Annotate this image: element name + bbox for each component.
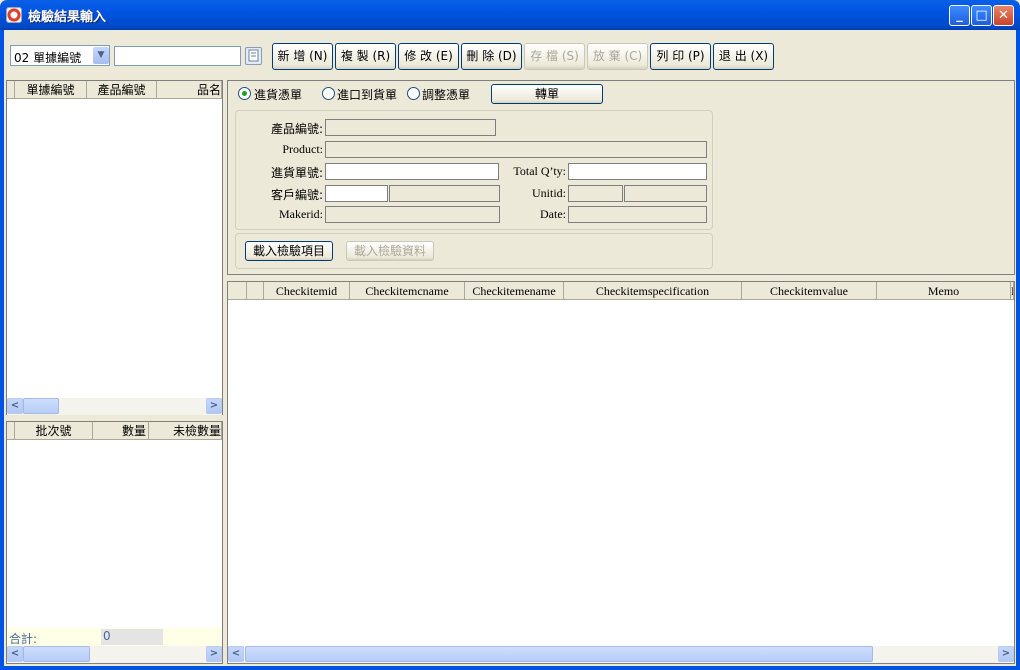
customer-name-field[interactable] — [389, 185, 500, 202]
scroll-thumb[interactable] — [245, 646, 873, 662]
radio-label-import-arrival[interactable]: 進口到貨單 — [337, 86, 397, 103]
load-check-data-button[interactable]: 載入檢驗資料 — [346, 241, 434, 261]
unitid-field[interactable] — [568, 185, 623, 202]
total-row: 合計: 0 — [7, 628, 222, 646]
total-value: 0 — [101, 629, 163, 645]
label-total-qty: Total Q’ty: — [513, 164, 566, 178]
window-title: 檢驗結果輸入 — [28, 10, 107, 25]
batch-list-grid[interactable]: 批次號 數量 未檢數量 合計: 0 < > — [6, 421, 223, 664]
minimize-button[interactable]: _ — [949, 5, 970, 26]
title-bar[interactable] — [0, 0, 1020, 30]
scroll-right-arrow-icon[interactable]: > — [206, 646, 222, 662]
label-date: Date: — [540, 207, 566, 221]
horizontal-scrollbar[interactable]: < > — [7, 398, 222, 415]
unit-name-field[interactable] — [624, 185, 707, 202]
column-header-product-name[interactable]: 品名 — [157, 81, 222, 99]
chevron-down-icon[interactable]: ▼ — [93, 47, 109, 64]
window-frame-right — [1016, 30, 1020, 670]
makerid-field[interactable] — [325, 206, 500, 223]
save-button[interactable]: 存 檔 (S) — [524, 43, 585, 70]
close-icon: ✕ — [998, 8, 1009, 23]
scroll-thumb[interactable] — [23, 398, 59, 414]
copy-button[interactable]: 複 製 (R) — [335, 43, 396, 70]
close-button[interactable]: ✕ — [993, 5, 1014, 26]
delete-button[interactable]: 刪 除 (D) — [461, 43, 522, 70]
label-customer-no: 客戶編號: — [270, 188, 323, 202]
radio-adjustment-voucher[interactable] — [407, 87, 420, 100]
row-header-corner — [228, 282, 247, 300]
radio-label-adjustment-voucher[interactable]: 調整憑單 — [422, 86, 470, 103]
purchase-no-field[interactable] — [325, 163, 499, 180]
search-icon — [248, 49, 259, 62]
product-no-field[interactable] — [325, 119, 496, 136]
row-selector-header — [247, 282, 264, 300]
scroll-left-arrow-icon[interactable]: < — [228, 646, 244, 662]
scroll-thumb[interactable] — [23, 646, 90, 662]
total-label: 合計: — [9, 632, 38, 646]
print-button[interactable]: 列 印 (P) — [650, 43, 711, 70]
edit-button[interactable]: 修 改 (E) — [398, 43, 459, 70]
total-qty-field[interactable] — [568, 163, 707, 180]
scroll-left-arrow-icon[interactable]: < — [7, 398, 23, 414]
search-input[interactable] — [114, 46, 241, 66]
column-header-doc-no[interactable]: 單據編號 — [15, 81, 87, 99]
scroll-right-arrow-icon[interactable]: > — [206, 398, 222, 414]
column-header-checkitemid[interactable]: Checkitemid — [264, 282, 350, 300]
doc-type-select[interactable]: 02 單據編號 ▼ — [10, 45, 110, 66]
window-frame-left — [0, 30, 4, 670]
add-button[interactable]: 新 增 (N) — [272, 43, 333, 70]
column-header-batch-no[interactable]: 批次號 — [15, 422, 93, 440]
radio-import-arrival[interactable] — [322, 87, 335, 100]
customer-no-field[interactable] — [325, 185, 388, 202]
label-unitid: Unitid: — [531, 186, 566, 200]
search-button[interactable] — [245, 47, 262, 65]
load-check-items-button[interactable]: 載入檢驗項目 — [245, 241, 333, 261]
horizontal-scrollbar[interactable]: < > — [228, 646, 1014, 663]
column-header-memo[interactable]: Memo — [877, 282, 1011, 300]
radio-purchase-voucher[interactable] — [238, 87, 251, 100]
app-icon — [6, 7, 22, 23]
column-header-product-no[interactable]: 產品編號 — [87, 81, 157, 99]
column-header-checkitemcname[interactable]: Checkitemcname — [350, 282, 465, 300]
exit-button[interactable]: 退 出 (X) — [713, 43, 774, 70]
column-header-m[interactable]: M — [1011, 282, 1014, 300]
horizontal-scrollbar[interactable]: < > — [7, 646, 222, 663]
column-header-unchecked-qty[interactable]: 未檢數量 — [149, 422, 222, 440]
column-header-checkitemspecification[interactable]: Checkitemspecification — [564, 282, 742, 300]
document-list-grid[interactable]: 單據編號 產品編號 品名 < > — [6, 80, 223, 415]
inspection-form-panel: 進貨憑單 進口到貨單 調整憑單 轉單 產品編號: Product: 進貨單號: … — [227, 80, 1015, 275]
discard-button[interactable]: 放 棄 (C) — [587, 43, 648, 70]
maximize-button[interactable]: □ — [971, 5, 992, 26]
minimize-icon: _ — [956, 8, 963, 23]
product-field[interactable] — [325, 141, 707, 158]
radio-label-purchase-voucher[interactable]: 進貨憑單 — [254, 86, 302, 103]
date-field[interactable] — [568, 206, 707, 223]
window-frame-bottom — [0, 666, 1020, 670]
column-header-checkitemename[interactable]: Checkitemename — [465, 282, 564, 300]
column-header-quantity[interactable]: 數量 — [93, 422, 149, 440]
label-makerid: Makerid: — [279, 207, 323, 221]
label-purchase-no: 進貨單號: — [270, 166, 323, 180]
maximize-icon: □ — [975, 8, 988, 23]
check-items-grid[interactable]: Checkitemid Checkitemcname Checkitemenam… — [227, 281, 1015, 664]
scroll-right-arrow-icon[interactable]: > — [998, 646, 1014, 662]
row-header-corner — [7, 422, 15, 440]
label-product-no: 產品編號: — [270, 122, 323, 136]
scroll-left-arrow-icon[interactable]: < — [7, 646, 23, 662]
convert-button[interactable]: 轉單 — [491, 84, 603, 104]
column-header-checkitemvalue[interactable]: Checkitemvalue — [742, 282, 877, 300]
doc-type-select-value: 02 單據編號 — [14, 51, 82, 65]
row-header-corner — [7, 81, 15, 99]
label-product: Product: — [282, 142, 323, 156]
